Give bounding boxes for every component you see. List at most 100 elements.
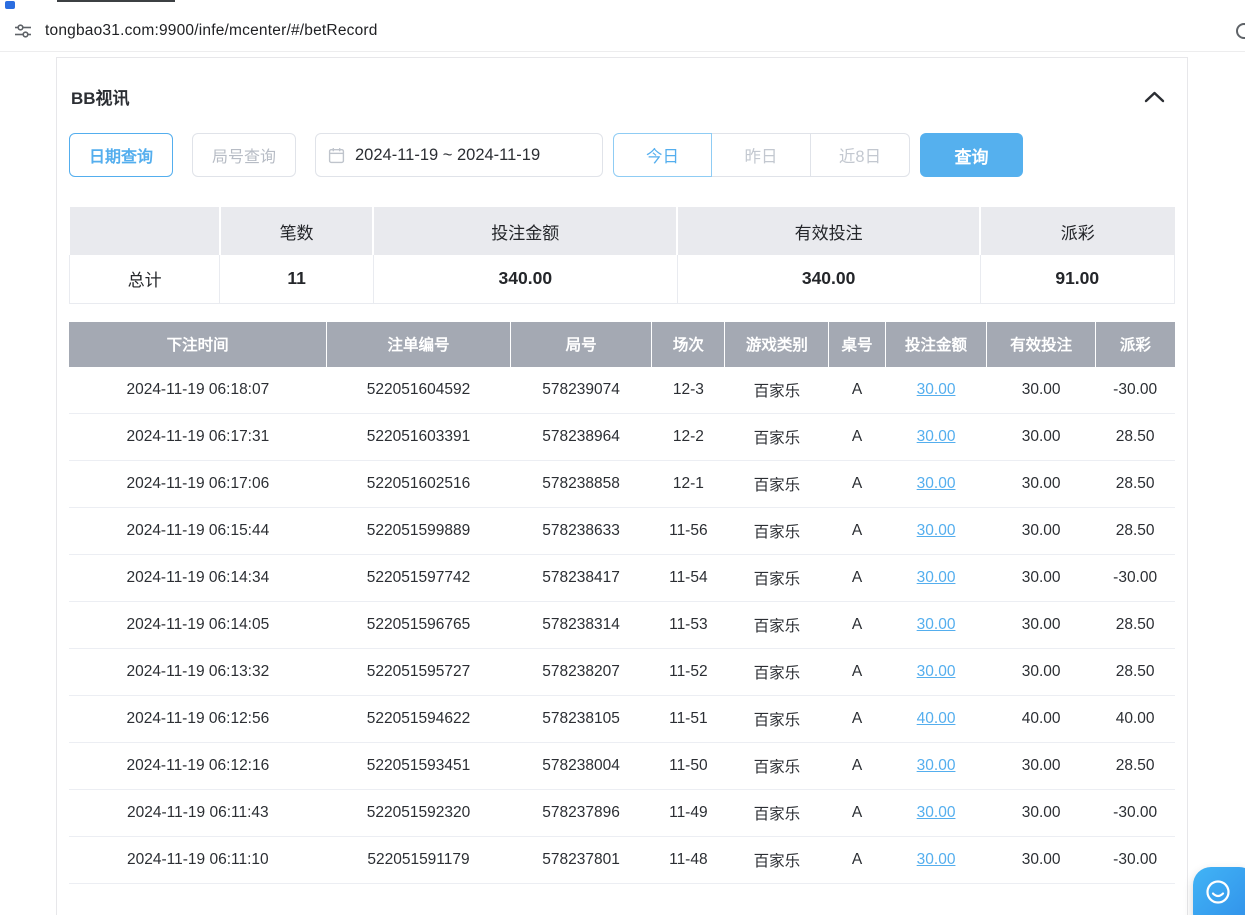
bet-amount-link[interactable]: 30.00 (917, 757, 956, 774)
cell-order-id: 522051592320 (327, 790, 511, 837)
table-row: 2024-11-19 06:12:56 522051594622 5782381… (69, 696, 1175, 743)
table-row: 2024-11-19 06:11:43 522051592320 5782378… (69, 790, 1175, 837)
last-8-days-button[interactable]: 近8日 (811, 133, 910, 177)
date-query-button[interactable]: 日期查询 (69, 133, 173, 177)
cell-payout: 40.00 (1095, 696, 1175, 743)
table-row: 2024-11-19 06:12:16 522051593451 5782380… (69, 743, 1175, 790)
cell-order-id: 522051591179 (327, 837, 511, 884)
summary-header-count: 笔数 (220, 207, 374, 255)
cell-session: 12-1 (652, 461, 725, 508)
cell-table-no: A (829, 367, 885, 414)
cell-valid-bet: 30.00 (987, 555, 1095, 602)
cell-order-id: 522051602516 (327, 461, 511, 508)
chevron-up-icon[interactable] (1144, 91, 1165, 103)
cell-valid-bet: 30.00 (987, 837, 1095, 884)
cell-game-type: 百家乐 (725, 696, 829, 743)
bet-amount-link[interactable]: 30.00 (917, 522, 956, 539)
cell-table-no: A (829, 649, 885, 696)
cell-game-type: 百家乐 (725, 602, 829, 649)
site-settings-icon[interactable] (14, 22, 32, 40)
cell-round-id: 578239074 (510, 367, 652, 414)
cell-round-id: 578238314 (510, 602, 652, 649)
summary-valid-bet-value: 340.00 (677, 255, 980, 303)
cell-valid-bet: 30.00 (987, 602, 1095, 649)
cell-round-id: 578238417 (510, 555, 652, 602)
browser-tab-strip (0, 0, 1245, 10)
active-tab-underline (57, 0, 175, 2)
cell-round-id: 578238858 (510, 461, 652, 508)
bet-amount-link[interactable]: 30.00 (917, 381, 956, 398)
cell-order-id: 522051596765 (327, 602, 511, 649)
cell-session: 11-48 (652, 837, 725, 884)
cell-session: 11-56 (652, 508, 725, 555)
cell-session: 11-53 (652, 602, 725, 649)
cell-game-type: 百家乐 (725, 837, 829, 884)
cell-bet-time: 2024-11-19 06:13:32 (69, 649, 327, 696)
header-valid-bet: 有效投注 (987, 322, 1095, 367)
calendar-icon (328, 147, 345, 164)
cell-payout: 28.50 (1095, 508, 1175, 555)
cell-valid-bet: 30.00 (987, 508, 1095, 555)
cell-bet-time: 2024-11-19 06:11:43 (69, 790, 327, 837)
bet-amount-link[interactable]: 40.00 (917, 710, 956, 727)
browser-address-bar: tongbao31.com:9900/infe/mcenter/#/betRec… (0, 10, 1245, 52)
search-button[interactable]: 查询 (920, 133, 1023, 177)
bet-amount-link[interactable]: 30.00 (917, 569, 956, 586)
summary-table: 笔数 投注金额 有效投注 派彩 总计 11 340.00 340.00 91.0… (69, 207, 1175, 304)
cell-valid-bet: 30.00 (987, 367, 1095, 414)
bet-table-body: 2024-11-19 06:18:07 522051604592 5782390… (69, 367, 1175, 884)
cell-round-id: 578237801 (510, 837, 652, 884)
cell-game-type: 百家乐 (725, 367, 829, 414)
table-row: 2024-11-19 06:11:10 522051591179 5782378… (69, 837, 1175, 884)
table-row: 2024-11-19 06:17:06 522051602516 5782388… (69, 461, 1175, 508)
cell-valid-bet: 30.00 (987, 790, 1095, 837)
header-table-no: 桌号 (829, 322, 885, 367)
bet-amount-link[interactable]: 30.00 (917, 804, 956, 821)
summary-count-value: 11 (220, 255, 374, 303)
date-range-value: 2024-11-19 ~ 2024-11-19 (355, 146, 540, 165)
date-range-picker[interactable]: 2024-11-19 ~ 2024-11-19 (315, 133, 603, 177)
cell-table-no: A (829, 555, 885, 602)
cell-payout: 28.50 (1095, 649, 1175, 696)
cell-bet-time: 2024-11-19 06:12:16 (69, 743, 327, 790)
round-query-button[interactable]: 局号查询 (192, 133, 296, 177)
cell-round-id: 578238207 (510, 649, 652, 696)
bet-amount-link[interactable]: 30.00 (917, 475, 956, 492)
bet-amount-link[interactable]: 30.00 (917, 616, 956, 633)
cell-order-id: 522051594622 (327, 696, 511, 743)
cell-bet-time: 2024-11-19 06:15:44 (69, 508, 327, 555)
cell-game-type: 百家乐 (725, 743, 829, 790)
cell-bet-time: 2024-11-19 06:17:06 (69, 461, 327, 508)
panel-header: BB视讯 (69, 84, 1175, 109)
cell-bet-time: 2024-11-19 06:12:56 (69, 696, 327, 743)
cell-payout: 28.50 (1095, 743, 1175, 790)
cell-session: 11-50 (652, 743, 725, 790)
cell-order-id: 522051597742 (327, 555, 511, 602)
summary-header-row: 笔数 投注金额 有效投注 派彩 (70, 207, 1175, 255)
cell-valid-bet: 30.00 (987, 649, 1095, 696)
cell-game-type: 百家乐 (725, 649, 829, 696)
cell-payout: 28.50 (1095, 602, 1175, 649)
cell-session: 11-52 (652, 649, 725, 696)
summary-total-row: 总计 11 340.00 340.00 91.00 (70, 255, 1175, 303)
cell-session: 11-51 (652, 696, 725, 743)
summary-header-bet-amount: 投注金额 (373, 207, 677, 255)
browser-right-icon[interactable] (1236, 23, 1245, 39)
header-session: 场次 (652, 322, 725, 367)
cell-payout: 28.50 (1095, 414, 1175, 461)
url-text[interactable]: tongbao31.com:9900/infe/mcenter/#/betRec… (45, 22, 378, 40)
summary-header-blank (70, 207, 220, 255)
cell-table-no: A (829, 461, 885, 508)
cell-valid-bet: 30.00 (987, 461, 1095, 508)
today-button[interactable]: 今日 (613, 133, 712, 177)
bet-amount-link[interactable]: 30.00 (917, 663, 956, 680)
cell-order-id: 522051595727 (327, 649, 511, 696)
cell-bet-time: 2024-11-19 06:14:34 (69, 555, 327, 602)
customer-service-button[interactable] (1193, 867, 1245, 915)
bet-amount-link[interactable]: 30.00 (917, 428, 956, 445)
bet-amount-link[interactable]: 30.00 (917, 851, 956, 868)
table-row: 2024-11-19 06:14:05 522051596765 5782383… (69, 602, 1175, 649)
cell-payout: -30.00 (1095, 790, 1175, 837)
cell-round-id: 578238105 (510, 696, 652, 743)
yesterday-button[interactable]: 昨日 (712, 133, 811, 177)
